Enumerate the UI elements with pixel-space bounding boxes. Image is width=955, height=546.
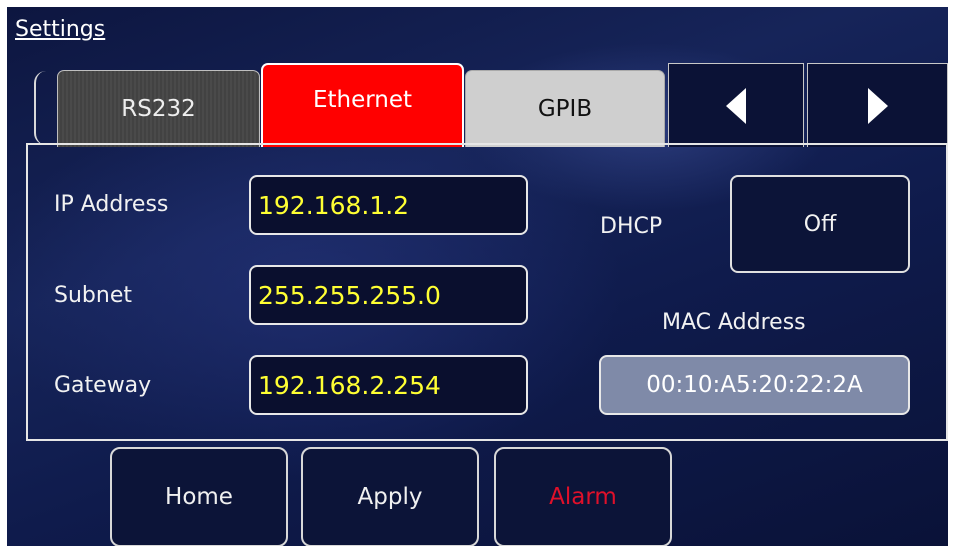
gateway-label: Gateway <box>54 373 152 398</box>
triangle-left-icon <box>726 87 746 124</box>
ip-address-field[interactable]: 192.168.1.2 <box>249 175 528 235</box>
page-title: Settings <box>15 17 106 42</box>
tab-gpib[interactable]: GPIB <box>465 70 665 147</box>
subnet-field[interactable]: 255.255.255.0 <box>249 265 528 325</box>
subnet-label: Subnet <box>54 283 132 308</box>
tab-scroll-edge <box>34 71 58 145</box>
dhcp-toggle-button[interactable]: Off <box>730 175 910 273</box>
tab-ethernet[interactable]: Ethernet <box>261 63 464 147</box>
settings-screen: Settings RS232 Ethernet GPIB IP Address … <box>7 7 948 546</box>
mac-address-value: 00:10:A5:20:22:2A <box>599 355 910 415</box>
mac-address-label: MAC Address <box>662 310 806 335</box>
tab-rs232[interactable]: RS232 <box>57 70 260 147</box>
alarm-button[interactable]: Alarm <box>494 447 672 546</box>
prev-tab-button[interactable] <box>668 63 804 147</box>
apply-button[interactable]: Apply <box>301 447 479 546</box>
gateway-field[interactable]: 192.168.2.254 <box>249 355 528 415</box>
dhcp-label: DHCP <box>600 214 663 239</box>
ip-address-label: IP Address <box>54 192 169 217</box>
next-tab-button[interactable] <box>807 63 948 147</box>
triangle-right-icon <box>867 87 888 124</box>
home-button[interactable]: Home <box>110 447 288 546</box>
